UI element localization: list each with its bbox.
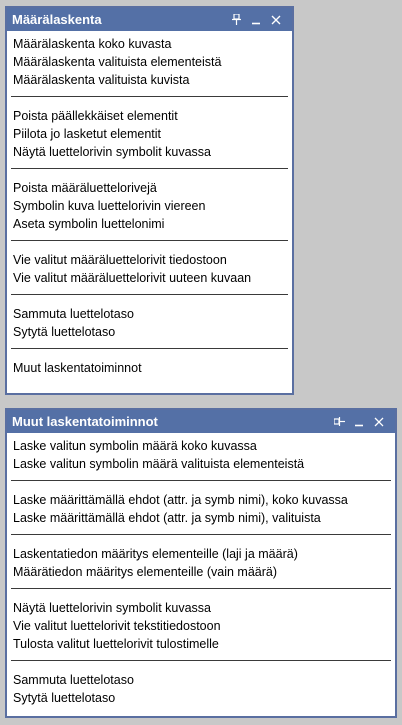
- menu-item[interactable]: Laske määrittämällä ehdot (attr. ja symb…: [7, 509, 395, 527]
- pin-icon[interactable]: [226, 10, 246, 30]
- menu-group: Sammuta luettelotaso Sytytä luettelotaso: [7, 303, 292, 344]
- menu-item[interactable]: Vie valitut luettelorivit tekstitiedosto…: [7, 617, 395, 635]
- menu-item[interactable]: Vie valitut määräluettelorivit tiedostoo…: [7, 251, 292, 269]
- menu-item[interactable]: Sammuta luettelotaso: [7, 305, 292, 323]
- maaralaskenta-panel: Määrälaskenta Määrälaskenta koko kuvasta…: [5, 6, 294, 395]
- menu-group: Muut laskentatoiminnot: [7, 357, 292, 380]
- panel-title: Muut laskentatoiminnot: [12, 414, 158, 429]
- menu-separator: [11, 348, 288, 349]
- menu-item[interactable]: Laske valitun symbolin määrä valituista …: [7, 455, 395, 473]
- menu-group: Vie valitut määräluettelorivit tiedostoo…: [7, 249, 292, 290]
- menu-item[interactable]: Laske määrittämällä ehdot (attr. ja symb…: [7, 491, 395, 509]
- menu-separator: [11, 480, 391, 481]
- menu-separator: [11, 534, 391, 535]
- minimize-icon[interactable]: [246, 10, 266, 30]
- menu-separator: [11, 294, 288, 295]
- menu-item[interactable]: Näytä luettelorivin symbolit kuvassa: [7, 143, 292, 161]
- close-icon[interactable]: [266, 10, 286, 30]
- menu-group: Laske määrittämällä ehdot (attr. ja symb…: [7, 489, 395, 530]
- menu-item[interactable]: Poista määräluettelorivejä: [7, 179, 292, 197]
- menu-separator: [11, 660, 391, 661]
- menu-item[interactable]: Aseta symbolin luettelonimi: [7, 215, 292, 233]
- menu-group: Laske valitun symbolin määrä koko kuvass…: [7, 435, 395, 476]
- menu-item[interactable]: Symbolin kuva luettelorivin viereen: [7, 197, 292, 215]
- menu-group: Näytä luettelorivin symbolit kuvassa Vie …: [7, 597, 395, 656]
- menu-item[interactable]: Muut laskentatoiminnot: [7, 359, 292, 377]
- muut-laskentatoiminnot-panel: Muut laskentatoiminnot Laske valitun sym…: [5, 408, 397, 718]
- menu-item[interactable]: Määrälaskenta valituista kuvista: [7, 71, 292, 89]
- pin-icon[interactable]: [329, 412, 349, 432]
- menu-group: Laskentatiedon määritys elementeille (la…: [7, 543, 395, 584]
- menu-item[interactable]: Laske valitun symbolin määrä koko kuvass…: [7, 437, 395, 455]
- close-icon[interactable]: [369, 412, 389, 432]
- menu-item[interactable]: Sammuta luettelotaso: [7, 671, 395, 689]
- menu-item[interactable]: Määrälaskenta valituista elementeistä: [7, 53, 292, 71]
- menu-item[interactable]: Sytytä luettelotaso: [7, 323, 292, 341]
- panel-menu: Laske valitun symbolin määrä koko kuvass…: [7, 433, 395, 710]
- menu-group: Sammuta luettelotaso Sytytä luettelotaso: [7, 669, 395, 710]
- panel-titlebar[interactable]: Muut laskentatoiminnot: [7, 410, 395, 433]
- menu-item[interactable]: Määrätiedon määritys elementeille (vain …: [7, 563, 395, 581]
- menu-item[interactable]: Piilota jo lasketut elementit: [7, 125, 292, 143]
- minimize-icon[interactable]: [349, 412, 369, 432]
- menu-item[interactable]: Sytytä luettelotaso: [7, 689, 395, 707]
- menu-item[interactable]: Poista päällekkäiset elementit: [7, 107, 292, 125]
- panel-menu: Määrälaskenta koko kuvasta Määrälaskenta …: [7, 31, 292, 380]
- menu-separator: [11, 168, 288, 169]
- menu-separator: [11, 240, 288, 241]
- menu-item[interactable]: Laskentatiedon määritys elementeille (la…: [7, 545, 395, 563]
- menu-separator: [11, 96, 288, 97]
- panel-title: Määrälaskenta: [12, 12, 102, 27]
- menu-item[interactable]: Tulosta valitut luettelorivit tulostimel…: [7, 635, 395, 653]
- menu-item[interactable]: Vie valitut määräluettelorivit uuteen ku…: [7, 269, 292, 287]
- panel-titlebar[interactable]: Määrälaskenta: [7, 8, 292, 31]
- menu-group: Määrälaskenta koko kuvasta Määrälaskenta …: [7, 33, 292, 92]
- menu-group: Poista määräluettelorivejä Symbolin kuva …: [7, 177, 292, 236]
- menu-group: Poista päällekkäiset elementit Piilota jo…: [7, 105, 292, 164]
- menu-item[interactable]: Näytä luettelorivin symbolit kuvassa: [7, 599, 395, 617]
- menu-item[interactable]: Määrälaskenta koko kuvasta: [7, 35, 292, 53]
- menu-separator: [11, 588, 391, 589]
